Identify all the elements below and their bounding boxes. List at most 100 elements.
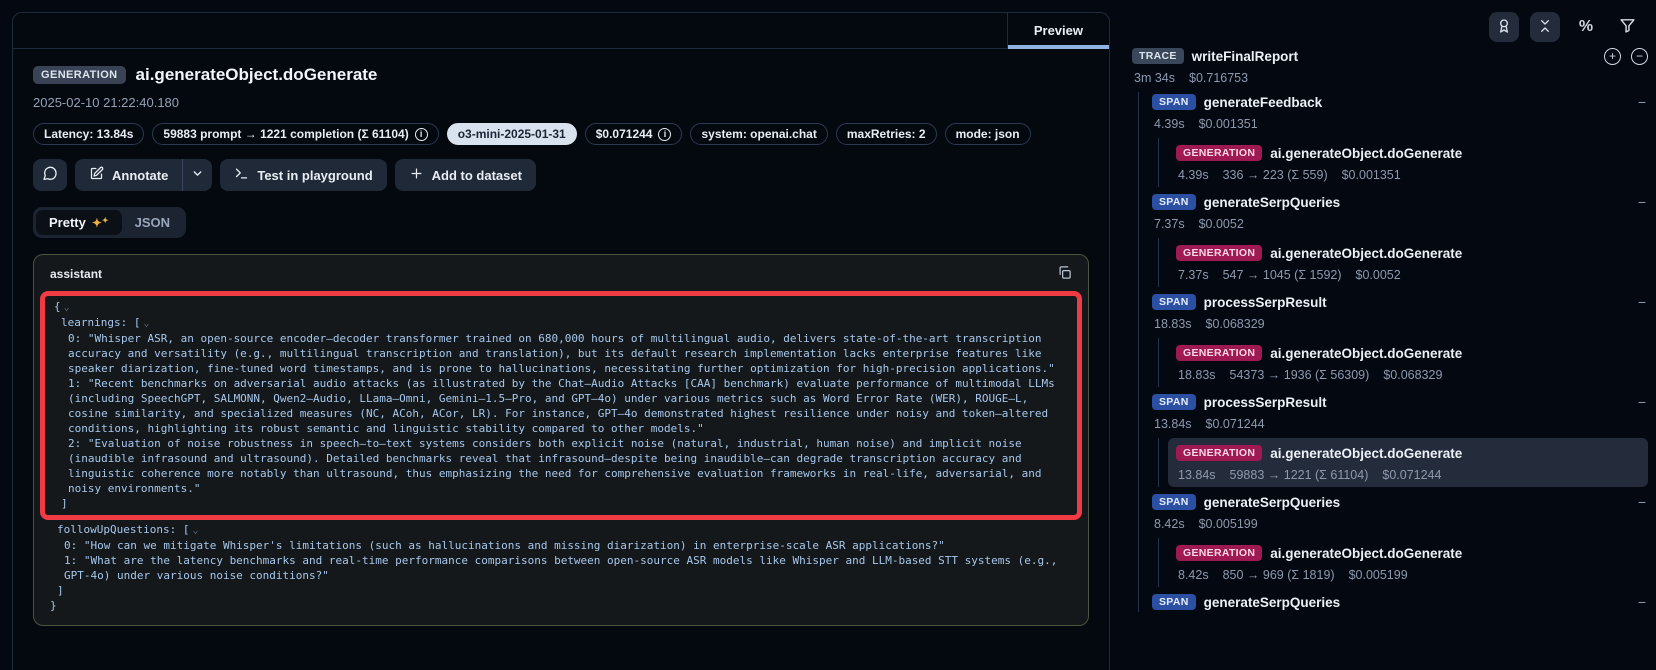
json-value-line: 2: "Evaluation of noise robustness in sp… <box>54 436 1068 496</box>
collapse-chevron-icon[interactable]: ⌄ <box>64 302 70 313</box>
message-role-label: assistant <box>50 267 102 281</box>
badge-label: 59883 prompt → 1221 completion (Σ 61104) <box>163 127 408 141</box>
generation-duration: 8.42s <box>1178 568 1209 582</box>
span-children: GENERATIONai.generateObject.doGenerate18… <box>1158 338 1648 387</box>
metrics-percent-button[interactable]: % <box>1571 12 1601 42</box>
generation-tokens: 547 → 1045 (Σ 1592) <box>1223 268 1342 282</box>
generation-row[interactable]: GENERATIONai.generateObject.doGenerate <box>1176 243 1640 263</box>
panel-tabbar: Preview <box>13 13 1109 49</box>
span-row[interactable]: SPANgenerateFeedback− <box>1152 92 1648 112</box>
scores-award-button[interactable] <box>1489 12 1519 42</box>
span-row[interactable]: SPANprocessSerpResult− <box>1152 392 1648 412</box>
test-in-playground-button[interactable]: Test in playground <box>220 159 386 191</box>
collapse-node-icon[interactable]: − <box>1638 294 1648 310</box>
metadata-badge: Latency: 13.84s <box>33 123 144 145</box>
annotate-button[interactable]: Annotate <box>75 159 182 191</box>
trace-tree-sidebar: % TRACE writeFinalReport + − 3m 34s $0.7… <box>1126 0 1656 670</box>
json-value-line: 0: "How can we mitigate Whisper's limita… <box>50 538 1072 553</box>
trace-badge: TRACE <box>1132 48 1184 64</box>
collapse-node-icon[interactable]: − <box>1638 494 1648 510</box>
chevron-down-icon <box>191 167 204 183</box>
collapse-node-icon[interactable]: − <box>1638 594 1648 610</box>
span-row[interactable]: SPANgenerateSerpQueries− <box>1152 592 1648 612</box>
generation-duration: 7.37s <box>1178 268 1209 282</box>
trace-name: writeFinalReport <box>1192 49 1299 64</box>
span-row[interactable]: SPANprocessSerpResult− <box>1152 292 1648 312</box>
json-value-line: 0: "Whisper ASR, an open-source encoder–… <box>54 331 1068 376</box>
json-value-line: 1: "Recent benchmarks on adversarial aud… <box>54 376 1068 436</box>
generation-node[interactable]: GENERATIONai.generateObject.doGenerate 8.… <box>1168 538 1648 587</box>
span-row[interactable]: SPANgenerateSerpQueries− <box>1152 492 1648 512</box>
playground-label: Test in playground <box>257 168 372 183</box>
generation-node[interactable]: GENERATIONai.generateObject.doGenerate 4.… <box>1168 138 1648 187</box>
generation-node[interactable]: GENERATIONai.generateObject.doGenerate18… <box>1168 338 1648 387</box>
span-node: SPANprocessSerpResult−18.83s$0.068329GEN… <box>1152 292 1648 387</box>
json-structure-line: learnings: [⌄ <box>54 315 1068 331</box>
output-view-toggle: Pretty ✦✦ JSON <box>33 207 186 238</box>
collapse-node-icon[interactable]: − <box>1638 394 1648 410</box>
generation-tokens: 336 → 223 (Σ 559) <box>1223 168 1328 182</box>
generation-node[interactable]: GENERATIONai.generateObject.doGenerate13… <box>1168 438 1648 487</box>
metadata-badge: o3-mini-2025-01-31 <box>447 123 577 145</box>
span-children: GENERATIONai.generateObject.doGenerate 8.… <box>1158 538 1648 587</box>
span-metrics: 4.39s$0.001351 <box>1152 117 1648 131</box>
comments-button[interactable] <box>33 159 67 191</box>
generation-cost: $0.071244 <box>1382 468 1441 482</box>
span-name: processSerpResult <box>1204 295 1327 310</box>
chevrons-collapse-icon <box>1537 18 1553 37</box>
generation-row[interactable]: GENERATIONai.generateObject.doGenerate <box>1176 143 1640 163</box>
trace-root-row[interactable]: TRACE writeFinalReport + − <box>1132 46 1648 66</box>
filter-button[interactable] <box>1612 12 1642 42</box>
funnel-icon <box>1619 17 1636 37</box>
span-metrics: 7.37s$0.0052 <box>1152 217 1648 231</box>
trace-metrics: 3m 34s $0.716753 <box>1132 71 1648 85</box>
collapse-chevron-icon[interactable]: ⌄ <box>192 525 198 536</box>
json-value-line: 1: "What are the latency benchmarks and … <box>50 553 1072 583</box>
sparkles-icon: ✦✦ <box>92 216 109 230</box>
span-badge: SPAN <box>1152 394 1196 410</box>
collapse-chevron-icon[interactable]: ⌄ <box>143 318 149 329</box>
collapse-node-icon[interactable]: − <box>1638 194 1648 210</box>
collapse-panel-button[interactable] <box>1530 12 1560 42</box>
copy-button[interactable] <box>1057 264 1072 284</box>
expand-all-icon[interactable]: + <box>1604 48 1621 65</box>
generation-row[interactable]: GENERATIONai.generateObject.doGenerate <box>1176 543 1640 563</box>
json-token: 1: "Recent benchmarks on adversarial aud… <box>68 377 1061 435</box>
span-cost: $0.068329 <box>1206 317 1265 331</box>
annotate-pencil-icon <box>89 166 104 184</box>
generation-metrics: 7.37s547 → 1045 (Σ 1592)$0.0052 <box>1176 268 1640 282</box>
span-node: SPANgenerateSerpQueries−8.42s$0.005199GE… <box>1152 492 1648 587</box>
span-name: generateSerpQueries <box>1204 495 1341 510</box>
annotate-split-button: Annotate <box>75 159 212 191</box>
toggle-pretty[interactable]: Pretty ✦✦ <box>36 210 122 235</box>
trace-row-icons: + − <box>1604 48 1648 65</box>
collapse-all-icon[interactable]: − <box>1631 48 1648 65</box>
generation-badge: GENERATION <box>1176 445 1262 461</box>
info-icon[interactable]: i <box>658 128 671 141</box>
span-row[interactable]: SPANgenerateSerpQueries− <box>1152 192 1648 212</box>
generation-metrics: 4.39s336 → 223 (Σ 559)$0.001351 <box>1176 168 1640 182</box>
metadata-badge-row: Latency: 13.84s 59883 prompt → 1221 compl… <box>33 123 1089 145</box>
generation-node[interactable]: GENERATIONai.generateObject.doGenerate 7.… <box>1168 238 1648 287</box>
json-token: 0: "How can we mitigate Whisper's limita… <box>64 539 945 552</box>
json-token: { <box>54 300 61 313</box>
plus-icon <box>409 166 424 184</box>
annotate-dropdown-button[interactable] <box>182 159 212 191</box>
trace-detail-page: Preview GENERATION ai.generateObject.doG… <box>0 0 1656 670</box>
span-cost: $0.071244 <box>1206 417 1265 431</box>
pretty-label: Pretty <box>49 215 86 230</box>
json-token: } <box>50 599 57 612</box>
collapse-node-icon[interactable]: − <box>1638 94 1648 110</box>
generation-name: ai.generateObject.doGenerate <box>1270 546 1462 561</box>
toggle-json[interactable]: JSON <box>122 210 183 235</box>
generation-row[interactable]: GENERATIONai.generateObject.doGenerate <box>1176 443 1640 463</box>
comment-bubble-icon <box>42 166 58 185</box>
award-icon <box>1496 18 1512 37</box>
generation-cost: $0.005199 <box>1349 568 1408 582</box>
generation-row[interactable]: GENERATIONai.generateObject.doGenerate <box>1176 343 1640 363</box>
span-node: SPANgenerateSerpQueries− <box>1152 592 1648 612</box>
info-icon[interactable]: i <box>415 128 428 141</box>
json-structure-line: {⌄ <box>54 299 1068 315</box>
tab-preview[interactable]: Preview <box>1007 13 1109 48</box>
add-to-dataset-button[interactable]: Add to dataset <box>395 159 536 191</box>
